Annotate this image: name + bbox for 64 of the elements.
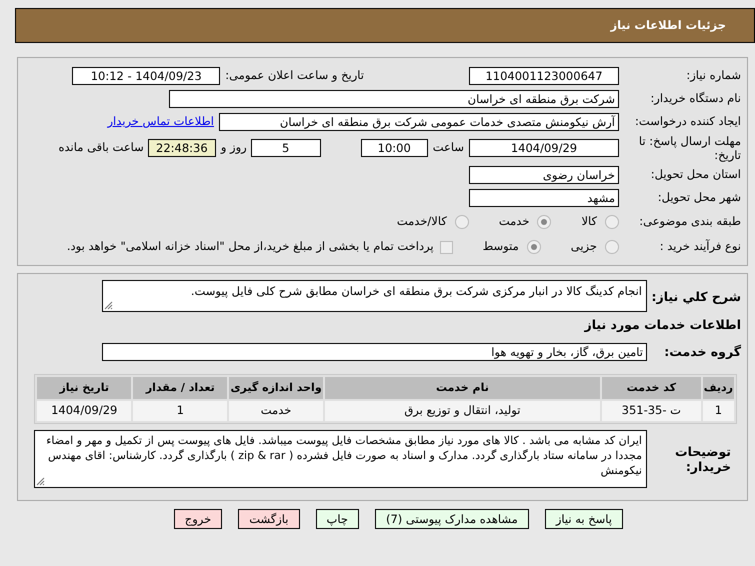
action-button[interactable]: چاپ (316, 508, 359, 529)
contact-link[interactable]: اطلاعات تماس خریدار (107, 112, 214, 130)
city-field[interactable]: مشهد (469, 188, 619, 206)
field-label: طبقه بندی موضوعی: (638, 213, 742, 230)
buyer-notes-text: ایران کد مشابه می باشد . کالا های مورد نیاز مطابق مشخصات فایل پیوست میباشد. فایل های پیوست پس از تکمیل و مهر و امضاء مجددا در سامانه ستاد بارگذاری گردد. مدارک و اسناد به صورت فایل فشرده ( zip & rar ) بارگذاری گردد. کارشناس: اقای مهندس نیکومنش (46, 434, 642, 477)
need-number-field[interactable]: 1104001123000647 (469, 66, 619, 84)
field-label: توضیحات خریدار: (674, 444, 732, 474)
column-header: کد خدمت (602, 376, 701, 399)
option-label: خدمت (498, 213, 530, 230)
field-label: نوع فرآیند خرید : (658, 238, 742, 256)
province-field[interactable]: خراسان رضوی (469, 166, 619, 184)
header-title: جزئیات اطلاعات نیاز (610, 16, 726, 34)
table-cell: 1 (133, 400, 228, 421)
field-label: روز و (220, 139, 247, 156)
column-header: تعداد / مقدار (133, 376, 228, 399)
resize-grip-icon[interactable] (36, 476, 45, 486)
option-label: کالا/خدمت (396, 213, 447, 230)
requester-field[interactable]: آرش نیکومنش متصدی خدمات عمومی شرکت برق منطقه ای خراسان (219, 112, 619, 130)
table-cell: ت -35-351 (602, 400, 701, 421)
field-label: ساعت باقی مانده (58, 139, 144, 156)
field-label: شماره نیاز: (685, 66, 742, 84)
column-header: تاریخ نیاز (37, 376, 132, 399)
table-cell: تولید، انتقال و توزیع برق (324, 400, 600, 421)
table-cell: 1404/09/29 (37, 400, 132, 421)
remaining-time-field: 22:48:36 (148, 139, 216, 157)
announce-date-field[interactable]: 1404/09/23 - 10:12 (72, 66, 220, 84)
column-header: ردیف (702, 376, 734, 399)
option-label: کالا (581, 213, 597, 230)
field-label: تاریخ و ساعت اعلان عمومی: (225, 66, 364, 84)
option-label: متوسط (482, 238, 519, 256)
resize-grip-icon[interactable] (104, 301, 113, 310)
radio-button[interactable] (537, 215, 552, 229)
radio-button[interactable] (454, 215, 469, 229)
action-button[interactable]: بازگشت (238, 508, 300, 529)
field-label: شرح کلي نياز: (650, 288, 742, 306)
option-label: جزیی (570, 238, 597, 256)
field-label: گروه خدمت: (663, 342, 742, 361)
checkbox[interactable] (440, 240, 453, 254)
column-header: واحد اندازه گیری (229, 376, 323, 399)
field-label: نام دستگاه خریدار: (649, 90, 742, 107)
column-header: نام خدمت (324, 376, 600, 399)
action-button[interactable]: مشاهده مدارک پیوستی (7) (374, 508, 529, 529)
service-group-field[interactable]: تامین برق، گاز، بخار و تهویه هوا (102, 343, 647, 362)
radio-button[interactable] (526, 240, 541, 254)
deadline-date-field[interactable]: 1404/09/29 (469, 139, 619, 157)
action-button[interactable]: خروج (174, 508, 222, 529)
field-label: ساعت (432, 139, 464, 156)
payment-note: پرداخت تمام یا بخشی از مبلغ خرید،از محل "اسناد خزانه اسلامی" خواهد بود. (66, 238, 434, 256)
section-heading: اطلاعات خدمات مورد نیاز (584, 317, 741, 332)
field-label: مهلت ارسال پاسخ: تا تاریخ: (638, 134, 742, 162)
field-label: استان محل تحویل: (650, 166, 742, 183)
table-cell: 1 (702, 400, 734, 421)
action-button[interactable]: پاسخ به نیاز (544, 508, 623, 529)
days-field[interactable]: 5 (250, 139, 321, 157)
description-box[interactable]: انجام کدینگ کالا در انبار مرکزی شرکت برق منطقه ای خراسان مطابق شرح کلی فایل پیوست. (102, 280, 647, 312)
field-label: ایجاد کننده درخواست: (634, 112, 742, 130)
field-label: شهر محل تحویل: (656, 188, 742, 206)
deadline-time-field[interactable]: 10:00 (360, 139, 428, 157)
radio-button[interactable] (605, 215, 619, 229)
description-text: انجام کدینگ کالا در انبار مرکزی شرکت برق منطقه ای خراسان مطابق شرح کلی فایل پیوست. (190, 284, 642, 298)
table-cell: خدمت (229, 400, 323, 421)
buyer-org-field[interactable]: شرکت برق منطقه ای خراسان (169, 90, 619, 108)
radio-button[interactable] (605, 240, 619, 254)
buyer-notes-box[interactable] (34, 430, 647, 488)
